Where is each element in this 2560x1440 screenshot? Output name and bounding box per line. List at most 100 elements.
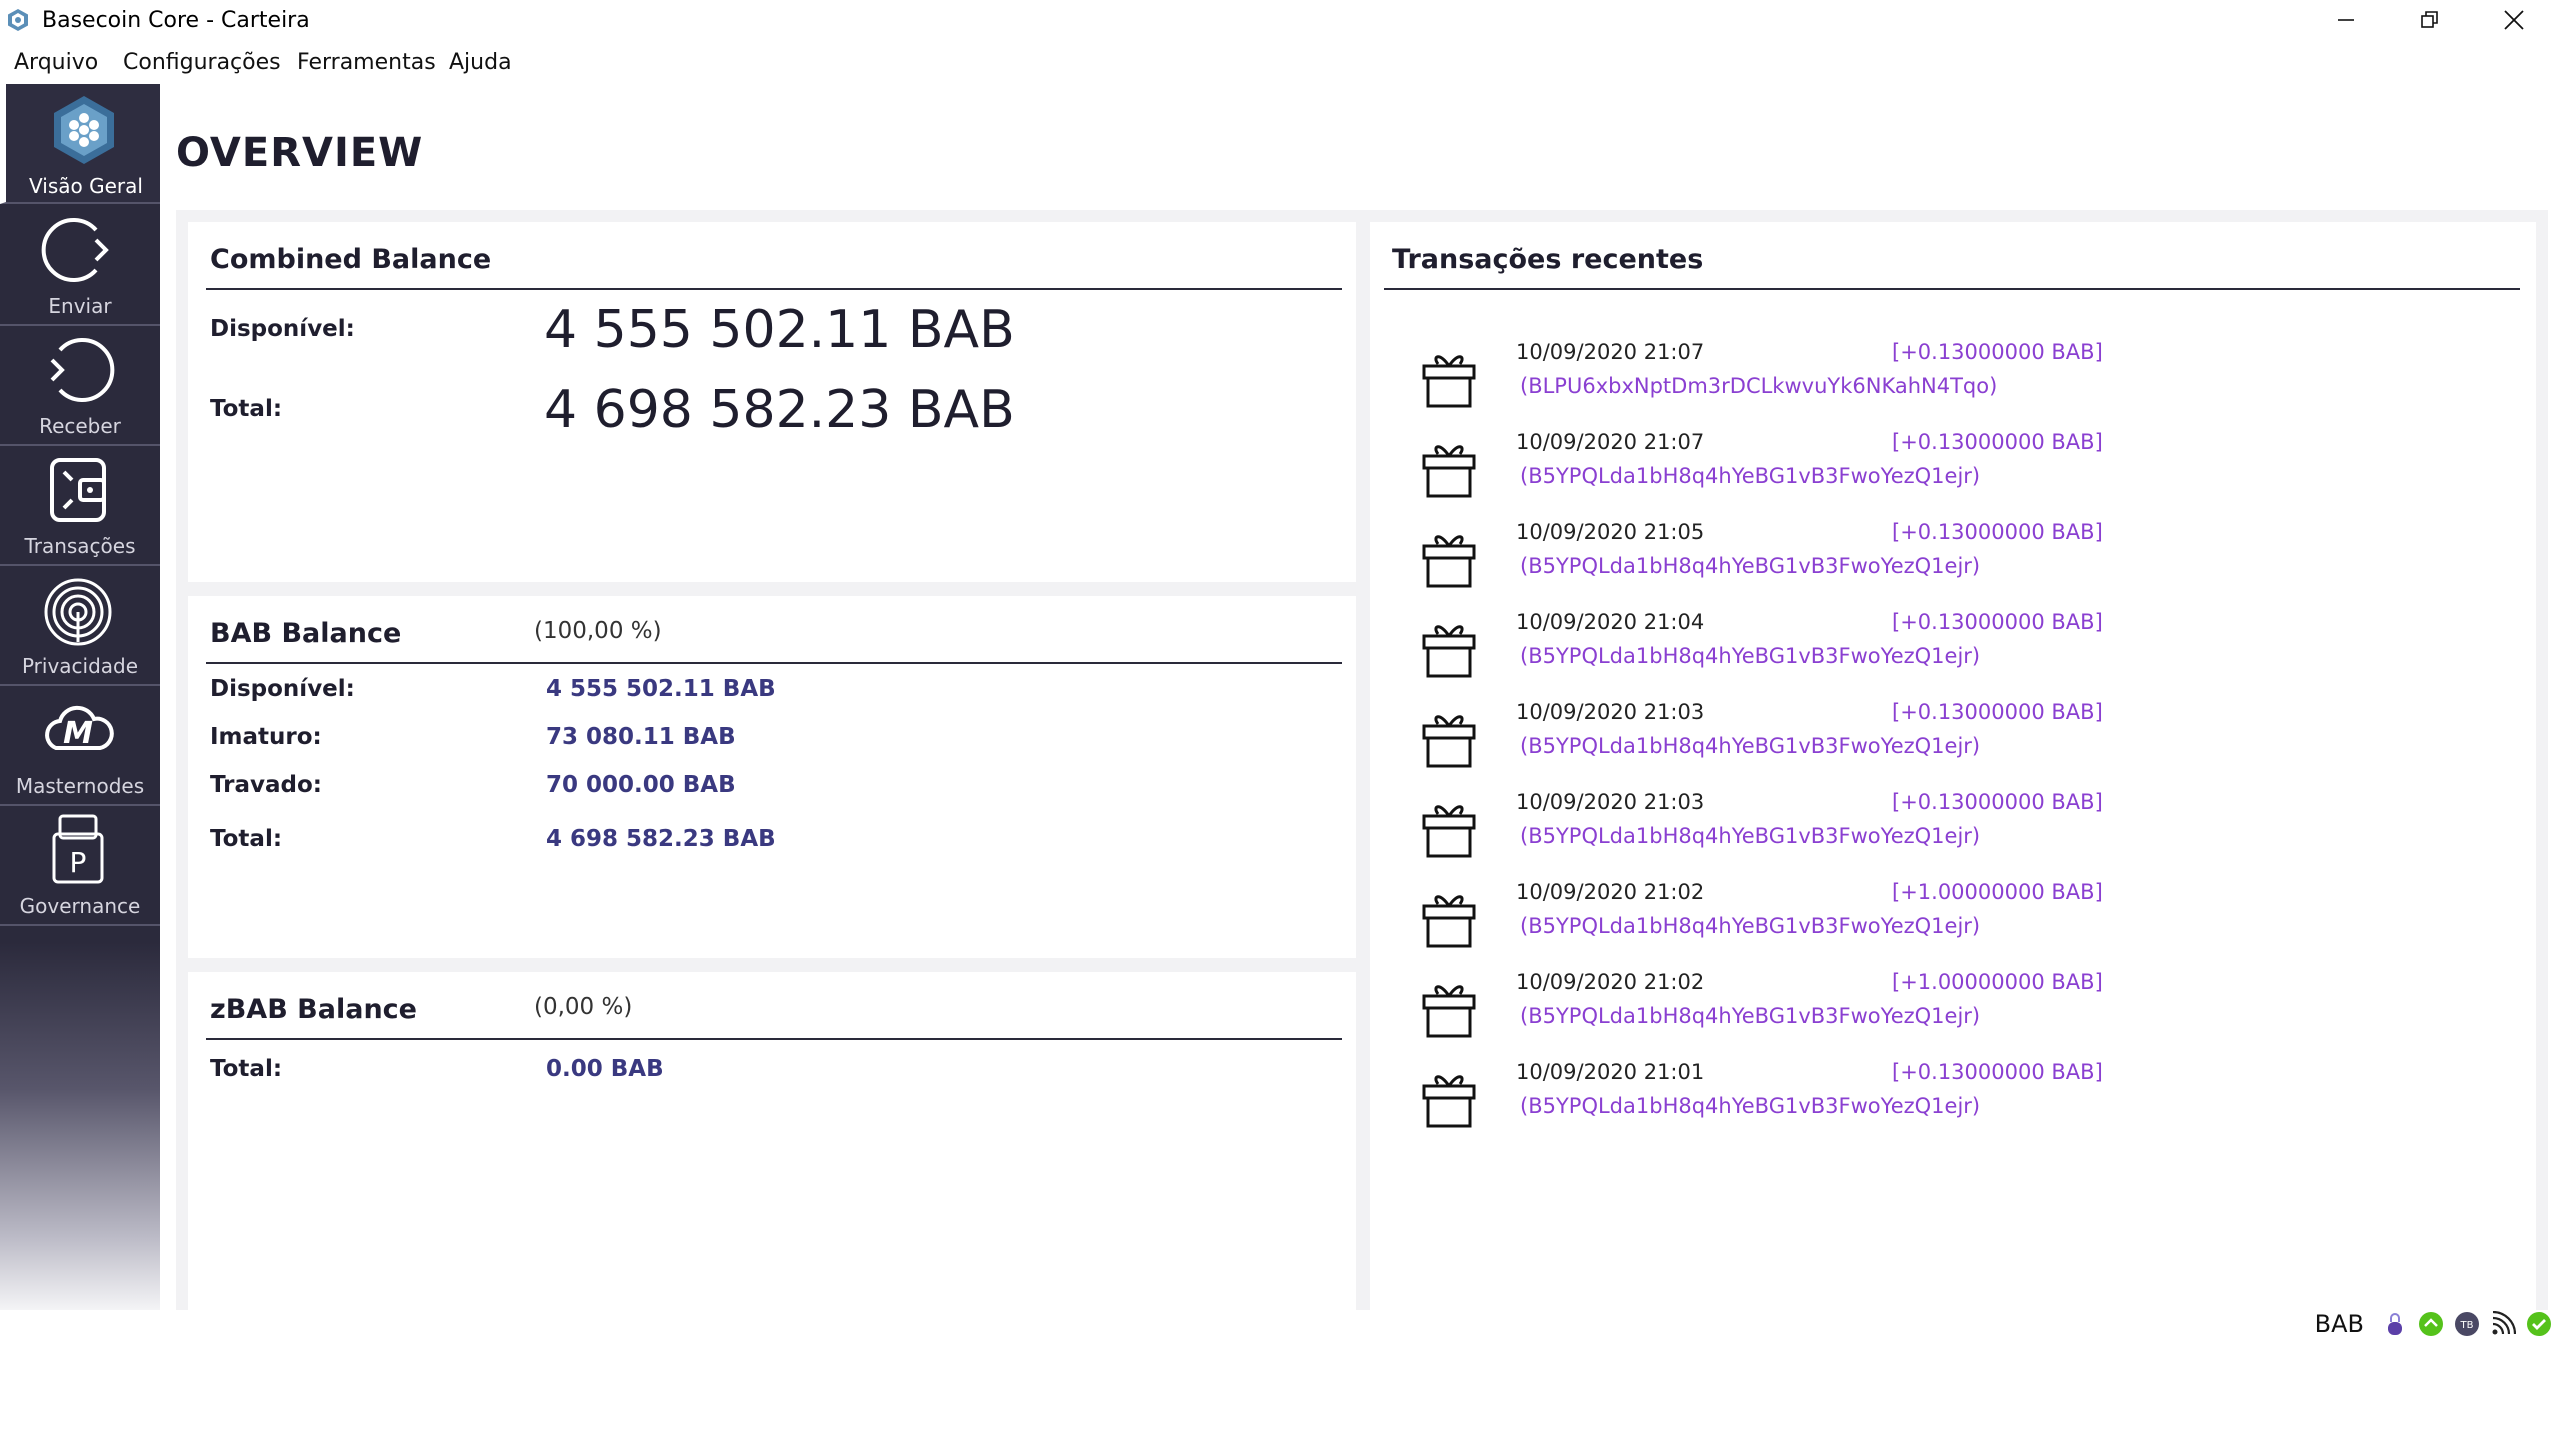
sidebar-item-label: Transações	[24, 534, 136, 558]
tor-icon[interactable]: TB	[2454, 1311, 2480, 1337]
sidebar-item-label: Masternodes	[15, 774, 145, 798]
zbab-balance-title: zBAB Balance	[210, 994, 417, 1025]
transaction-row[interactable]: 10/09/2020 21:07 [+0.13000000 BAB] (BLPU6x…	[1420, 340, 2120, 420]
sidebar-item-governance[interactable]: P Governance	[0, 804, 160, 926]
menu-configuracoes[interactable]: Configurações	[123, 50, 281, 75]
zbab-balance-percent: (0,00 %)	[534, 994, 633, 1020]
transaction-amount: [+0.13000000 BAB]	[1892, 430, 2103, 454]
restore-icon	[2421, 11, 2438, 28]
transaction-date: 10/09/2020 21:03	[1516, 700, 1705, 724]
transaction-address: (B5YPQLda1bH8q4hYeBG1vB3FwoYezQ1ejr)	[1520, 1004, 1981, 1028]
divider	[206, 1038, 1342, 1040]
sidebar-item-send[interactable]: Enviar	[0, 204, 160, 326]
bab-balance-percent: (100,00 %)	[534, 618, 662, 644]
gift-icon	[1422, 985, 1476, 1038]
document-p-icon: P	[52, 814, 104, 884]
transaction-amount: [+0.13000000 BAB]	[1892, 700, 2103, 724]
transaction-date: 10/09/2020 21:02	[1516, 970, 1705, 994]
sidebar-item-transactions[interactable]: Transações	[0, 444, 160, 566]
available-label: Disponível:	[210, 316, 355, 342]
transaction-amount: [+0.13000000 BAB]	[1892, 610, 2103, 634]
available-value: 4 555 502.11 BAB	[544, 300, 1015, 360]
locked-value: 70 000.00 BAB	[546, 772, 736, 798]
transaction-date: 10/09/2020 21:05	[1516, 520, 1705, 544]
transaction-date: 10/09/2020 21:01	[1516, 1060, 1705, 1084]
total-value: 4 698 582.23 BAB	[546, 826, 776, 852]
tor-badge-text: TB	[2460, 1320, 2474, 1331]
send-arrow-icon	[41, 218, 109, 282]
sidebar-item-receive[interactable]: Receber	[0, 324, 160, 446]
transaction-address: (B5YPQLda1bH8q4hYeBG1vB3FwoYezQ1ejr)	[1520, 914, 1981, 938]
menu-ferramentas[interactable]: Ferramentas	[297, 50, 436, 75]
page-title: OVERVIEW	[176, 130, 424, 176]
transaction-date: 10/09/2020 21:04	[1516, 610, 1705, 634]
recent-transactions-title: Transações recentes	[1392, 244, 1704, 275]
available-label: Disponível:	[210, 676, 355, 702]
transaction-row[interactable]: 10/09/2020 21:01 [+0.13000000 BAB] (B5YPQL…	[1420, 1060, 2120, 1140]
transaction-date: 10/09/2020 21:03	[1516, 790, 1705, 814]
sidebar: Visão Geral Enviar Receber Transações Pr…	[0, 84, 160, 1310]
transaction-row[interactable]: 10/09/2020 21:02 [+1.00000000 BAB] (B5YPQL…	[1420, 880, 2120, 960]
bab-balance-title: BAB Balance	[210, 618, 402, 649]
unit-label[interactable]: BAB	[2315, 1310, 2364, 1338]
transaction-row[interactable]: 10/09/2020 21:02 [+1.00000000 BAB] (B5YPQL…	[1420, 970, 2120, 1050]
transaction-amount: [+0.13000000 BAB]	[1892, 520, 2103, 544]
transaction-row[interactable]: 10/09/2020 21:07 [+0.13000000 BAB] (B5YPQL…	[1420, 430, 2120, 510]
hexagon-logo-icon	[54, 96, 114, 164]
lock-icon[interactable]	[2382, 1311, 2408, 1337]
gift-icon	[1422, 805, 1476, 858]
transaction-date: 10/09/2020 21:02	[1516, 880, 1705, 904]
divider	[1384, 288, 2520, 290]
gift-icon	[1422, 355, 1476, 408]
sidebar-item-label: Privacidade	[21, 654, 139, 678]
immature-label: Imaturo:	[210, 724, 322, 750]
transaction-row[interactable]: 10/09/2020 21:05 [+0.13000000 BAB] (B5YPQL…	[1420, 520, 2120, 600]
window-title: Basecoin Core - Carteira	[42, 8, 310, 33]
divider	[206, 288, 1342, 290]
gift-icon	[1422, 445, 1476, 498]
transaction-address: (B5YPQLda1bH8q4hYeBG1vB3FwoYezQ1ejr)	[1520, 554, 1981, 578]
transaction-row[interactable]: 10/09/2020 21:03 [+0.13000000 BAB] (B5YPQL…	[1420, 700, 2120, 780]
bab-balance-panel: BAB Balance (100,00 %) Disponível: 4 555…	[188, 596, 1356, 958]
wallet-exchange-icon	[50, 458, 106, 522]
transaction-amount: [+1.00000000 BAB]	[1892, 880, 2103, 904]
transaction-address: (B5YPQLda1bH8q4hYeBG1vB3FwoYezQ1ejr)	[1520, 1094, 1981, 1118]
transaction-address: (B5YPQLda1bH8q4hYeBG1vB3FwoYezQ1ejr)	[1520, 824, 1981, 848]
transaction-row[interactable]: 10/09/2020 21:04 [+0.13000000 BAB] (B5YPQL…	[1420, 610, 2120, 690]
staking-icon[interactable]	[2418, 1311, 2444, 1337]
total-label: Total:	[210, 826, 283, 852]
receive-arrow-icon	[50, 338, 115, 402]
sidebar-item-masternodes[interactable]: M Masternodes	[0, 684, 160, 806]
gift-icon	[1422, 715, 1476, 768]
minimize-icon	[2338, 19, 2354, 21]
close-button[interactable]	[2472, 0, 2556, 40]
restore-button[interactable]	[2388, 0, 2472, 40]
transaction-row[interactable]: 10/09/2020 21:03 [+0.13000000 BAB] (B5YPQL…	[1420, 790, 2120, 870]
title-bar: Basecoin Core - Carteira	[0, 0, 2560, 44]
gift-icon	[1422, 895, 1476, 948]
transaction-address: (B5YPQLda1bH8q4hYeBG1vB3FwoYezQ1ejr)	[1520, 734, 1981, 758]
fingerprint-icon	[44, 578, 112, 646]
transaction-address: (BLPU6xbxNptDm3rDCLkwvuYk6NKahN4Tqo)	[1520, 374, 1998, 398]
sidebar-item-privacy[interactable]: Privacidade	[0, 564, 160, 686]
cloud-m-icon: M	[45, 705, 114, 751]
sidebar-item-label: Visão Geral	[29, 174, 143, 198]
total-value: 0.00 BAB	[546, 1056, 664, 1082]
immature-value: 73 080.11 BAB	[546, 724, 736, 750]
zbab-balance-panel: zBAB Balance (0,00 %) Total: 0.00 BAB	[188, 972, 1356, 1312]
total-label: Total:	[210, 396, 283, 422]
transaction-date: 10/09/2020 21:07	[1516, 340, 1705, 364]
menu-arquivo[interactable]: Arquivo	[14, 50, 98, 75]
app-logo-icon	[8, 9, 28, 31]
transaction-address: (B5YPQLda1bH8q4hYeBG1vB3FwoYezQ1ejr)	[1520, 464, 1981, 488]
network-signal-icon[interactable]	[2490, 1311, 2516, 1337]
synced-check-icon[interactable]	[2526, 1311, 2552, 1337]
transaction-amount: [+0.13000000 BAB]	[1892, 340, 2103, 364]
sidebar-item-overview[interactable]: Visão Geral	[0, 84, 160, 204]
transaction-amount: [+0.13000000 BAB]	[1892, 1060, 2103, 1084]
gift-icon	[1422, 1075, 1476, 1128]
menu-bar: Arquivo Configurações Ferramentas Ajuda	[0, 44, 2560, 84]
svg-text:M: M	[63, 716, 93, 751]
minimize-button[interactable]	[2304, 0, 2388, 40]
menu-ajuda[interactable]: Ajuda	[449, 50, 512, 75]
